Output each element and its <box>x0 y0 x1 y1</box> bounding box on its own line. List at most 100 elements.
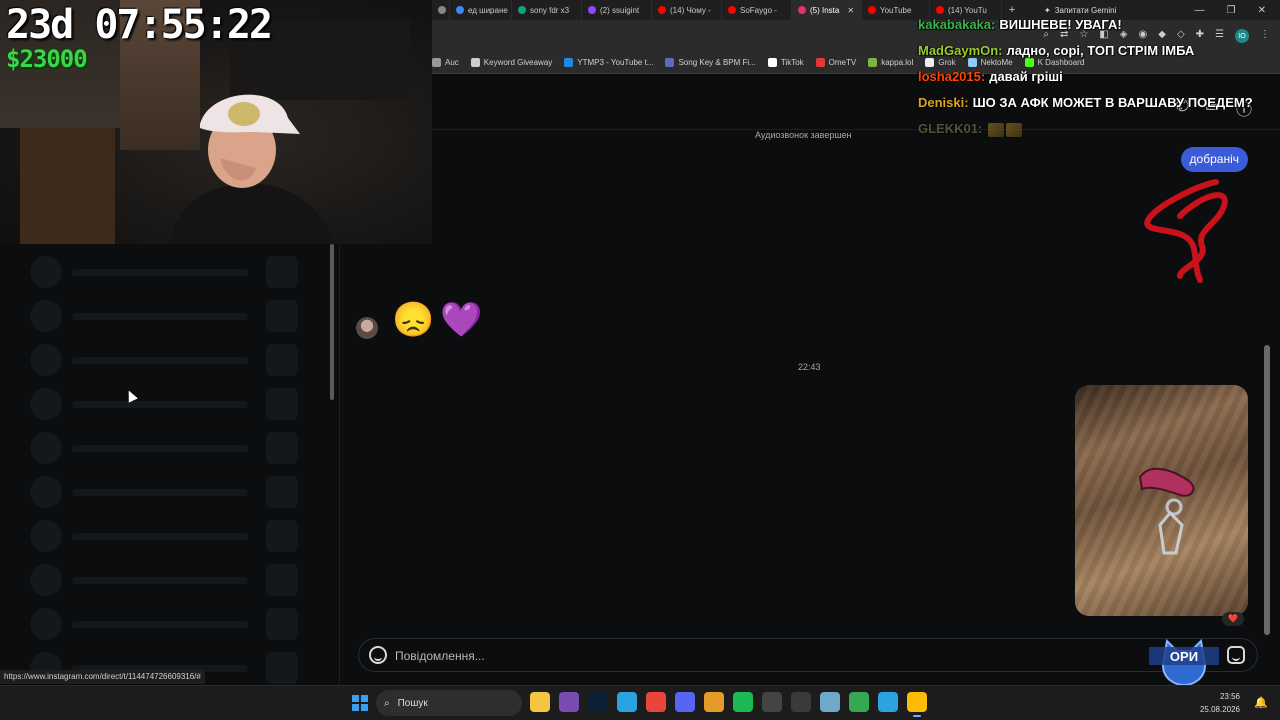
tab-favicon-icon <box>518 6 526 14</box>
webcam-overlay: 23d 07:55:22 $23000 <box>0 0 432 244</box>
browser-tab[interactable]: sony fdr x3 <box>512 0 582 20</box>
thread-scrollbar[interactable] <box>1264 345 1270 635</box>
incoming-message: 😞 💜 <box>356 298 483 342</box>
clock-date: 25.08.2026 <box>1199 705 1240 714</box>
bookmark-item[interactable]: TikTok <box>767 58 804 67</box>
discord-icon[interactable] <box>675 692 695 712</box>
call-ended-notice: Аудиозвонок завершен <box>755 130 852 140</box>
skeleton-placeholder <box>30 476 62 508</box>
chrome-3-icon[interactable] <box>907 692 927 717</box>
windows-taskbar: ⌕ Пошук 23:56 25.08.2026 🔔 <box>0 685 1280 720</box>
skeleton-placeholder <box>266 344 298 376</box>
skeleton-placeholder <box>30 520 62 552</box>
browser-tab[interactable]: (14) Чому - <box>652 0 722 20</box>
telegram-icon[interactable] <box>617 692 637 712</box>
sad-face-emoji[interactable]: 😞 <box>392 300 434 340</box>
chat-username: Deniski: <box>918 95 969 110</box>
message-timestamp: 22:43 <box>798 362 821 372</box>
stream-chat-overlay: kakabakaka: ВИШНЕВЕ! УВАГА! MadGaymOn: ладн… <box>918 12 1280 142</box>
bookmark-item[interactable]: YTMP3 - YouTube t... <box>564 58 653 67</box>
browser-tab[interactable]: (5) Insta ✕ <box>792 0 862 20</box>
chrome-2-icon[interactable] <box>849 692 869 712</box>
status-bar-url: https://www.instagram.com/direct/t/11447… <box>0 670 205 684</box>
chat-message: GLEKK01: <box>918 116 1280 142</box>
tab-favicon-icon <box>456 6 464 14</box>
streamer-figure <box>170 94 335 244</box>
inbox-scrollbar[interactable] <box>328 244 336 685</box>
sender-avatar[interactable] <box>356 317 378 339</box>
skeleton-placeholder <box>72 357 248 364</box>
tab-favicon-icon <box>798 6 806 14</box>
message-input[interactable] <box>395 647 995 665</box>
emoji-picker-icon[interactable] <box>369 646 387 664</box>
inbox-list-loading <box>0 244 340 685</box>
bookmark-item[interactable]: kappa.lol <box>868 58 913 67</box>
tab-close-icon[interactable]: ✕ <box>847 6 854 15</box>
skeleton-placeholder <box>266 476 298 508</box>
bookmark-label: Keyword Giveaway <box>483 58 553 67</box>
bookmark-icon <box>665 58 675 67</box>
obs-icon[interactable] <box>762 692 782 712</box>
webcam-cabinet <box>20 128 115 244</box>
notification-bell-icon[interactable]: 🔔 <box>1254 696 1268 709</box>
chat-username: GLEKK01: <box>918 121 983 136</box>
inbox-skeleton-row <box>30 432 298 464</box>
chat-message: losha2015: давай гріші <box>918 64 1280 90</box>
keychain-image <box>1138 467 1195 555</box>
inbox-scrollbar-thumb[interactable] <box>330 244 334 400</box>
browser-tab[interactable]: (2) ssuigint <box>582 0 652 20</box>
skeleton-placeholder <box>266 256 298 288</box>
tab-label: (5) Insta <box>810 5 840 15</box>
bookmark-label: YTMP3 - YouTube t... <box>577 58 654 67</box>
skeleton-placeholder <box>30 300 62 332</box>
skeleton-placeholder <box>72 621 248 628</box>
bookmark-icon <box>815 58 825 67</box>
bookmark-item[interactable]: Auc <box>432 58 459 67</box>
spotify-icon[interactable] <box>733 692 753 712</box>
bookmark-label: Song Key & BPM Fi... <box>678 58 756 67</box>
photoshop-icon[interactable] <box>588 692 608 712</box>
skeleton-placeholder <box>72 401 248 408</box>
skeleton-placeholder <box>30 564 62 596</box>
start-button[interactable] <box>352 695 368 711</box>
taskbar-search-placeholder: Пошук <box>397 697 428 709</box>
bookmark-item[interactable]: OmeTV <box>815 58 856 67</box>
skeleton-placeholder <box>72 269 248 276</box>
inbox-skeleton-row <box>30 520 298 552</box>
chat-text: ШО ЗА АФК МОЖЕТ В ВАРШАВУ ПОЕДЕМ? <box>972 95 1253 110</box>
tab-label: (2) ssuigint <box>600 5 640 15</box>
davinci-icon[interactable] <box>791 692 811 712</box>
photo-message[interactable] <box>1075 385 1248 616</box>
message-composer: ОРИ <box>358 638 1258 687</box>
bookmark-label: kappa.lol <box>881 58 914 67</box>
inbox-skeleton-row <box>30 388 298 420</box>
chat-message: MadGaymOn: ладно, сорі, ТОП СТРІМ ІМБА <box>918 38 1280 64</box>
app-icon[interactable] <box>704 692 724 712</box>
browser-tab[interactable]: SoFaygo - <box>722 0 792 20</box>
telegram-2-icon[interactable] <box>878 692 898 712</box>
heart-reaction[interactable]: ❤️ <box>1222 612 1244 626</box>
outgoing-message[interactable]: добраніч <box>1180 147 1248 172</box>
sticker-icon[interactable] <box>1227 646 1245 664</box>
tab-favicon-icon <box>438 6 446 14</box>
tab-favicon-icon <box>588 6 596 14</box>
browser-tab[interactable]: ед ширане <box>450 0 512 20</box>
browser-tab[interactable]: ки <box>432 0 450 20</box>
chat-message: kakabakaka: ВИШНЕВЕ! УВАГА! <box>918 12 1280 38</box>
skeleton-placeholder <box>72 489 248 496</box>
channel-logo-overlay: ОРИ <box>1149 638 1219 687</box>
tab-label: SoFaygo - <box>740 5 777 15</box>
inbox-skeleton-row <box>30 564 298 596</box>
taskbar-search[interactable]: ⌕ Пошук <box>376 690 522 716</box>
skeleton-placeholder <box>72 313 248 320</box>
bookmark-item[interactable]: Song Key & BPM Fi... <box>665 58 756 67</box>
purple-heart-emoji[interactable]: 💜 <box>440 300 482 340</box>
taskbar-apps <box>530 692 927 717</box>
chat-emote-icon <box>1006 122 1023 137</box>
file-explorer-icon[interactable] <box>530 692 550 712</box>
app2-icon[interactable] <box>820 692 840 712</box>
bookmark-item[interactable]: Keyword Giveaway <box>470 58 553 67</box>
taskbar-clock[interactable]: 23:56 25.08.2026 <box>1200 690 1240 716</box>
chrome-icon[interactable] <box>646 692 666 712</box>
media-app-icon[interactable] <box>559 692 579 712</box>
